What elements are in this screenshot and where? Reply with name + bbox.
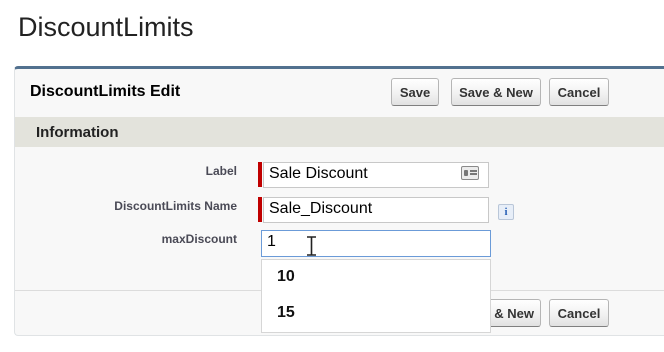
dropdown-option[interactable]: 10 <box>277 268 295 286</box>
cancel-button-bottom[interactable]: Cancel <box>549 299 609 327</box>
label-field-label: Label <box>205 164 237 178</box>
page-title: DiscountLimits <box>18 12 194 42</box>
save-new-button[interactable]: Save & New <box>451 78 541 106</box>
text-cursor-icon <box>307 236 316 256</box>
required-marker <box>258 162 262 187</box>
max-discount-label: maxDiscount <box>161 232 237 246</box>
section-title: Information <box>36 124 119 141</box>
contact-card-icon[interactable] <box>461 166 479 180</box>
max-discount-input[interactable]: 1 <box>261 230 491 257</box>
autocomplete-dropdown: 10 15 <box>261 259 491 333</box>
info-icon[interactable]: i <box>498 204 514 220</box>
dropdown-option[interactable]: 15 <box>277 304 295 322</box>
save-button[interactable]: Save <box>391 78 439 106</box>
required-marker <box>258 197 262 222</box>
edit-title: DiscountLimits Edit <box>30 83 181 100</box>
label-input[interactable]: Sale Discount <box>263 162 489 188</box>
cancel-button[interactable]: Cancel <box>549 78 609 106</box>
name-input[interactable]: Sale_Discount <box>263 197 489 223</box>
name-field-label: DiscountLimits Name <box>114 199 237 213</box>
